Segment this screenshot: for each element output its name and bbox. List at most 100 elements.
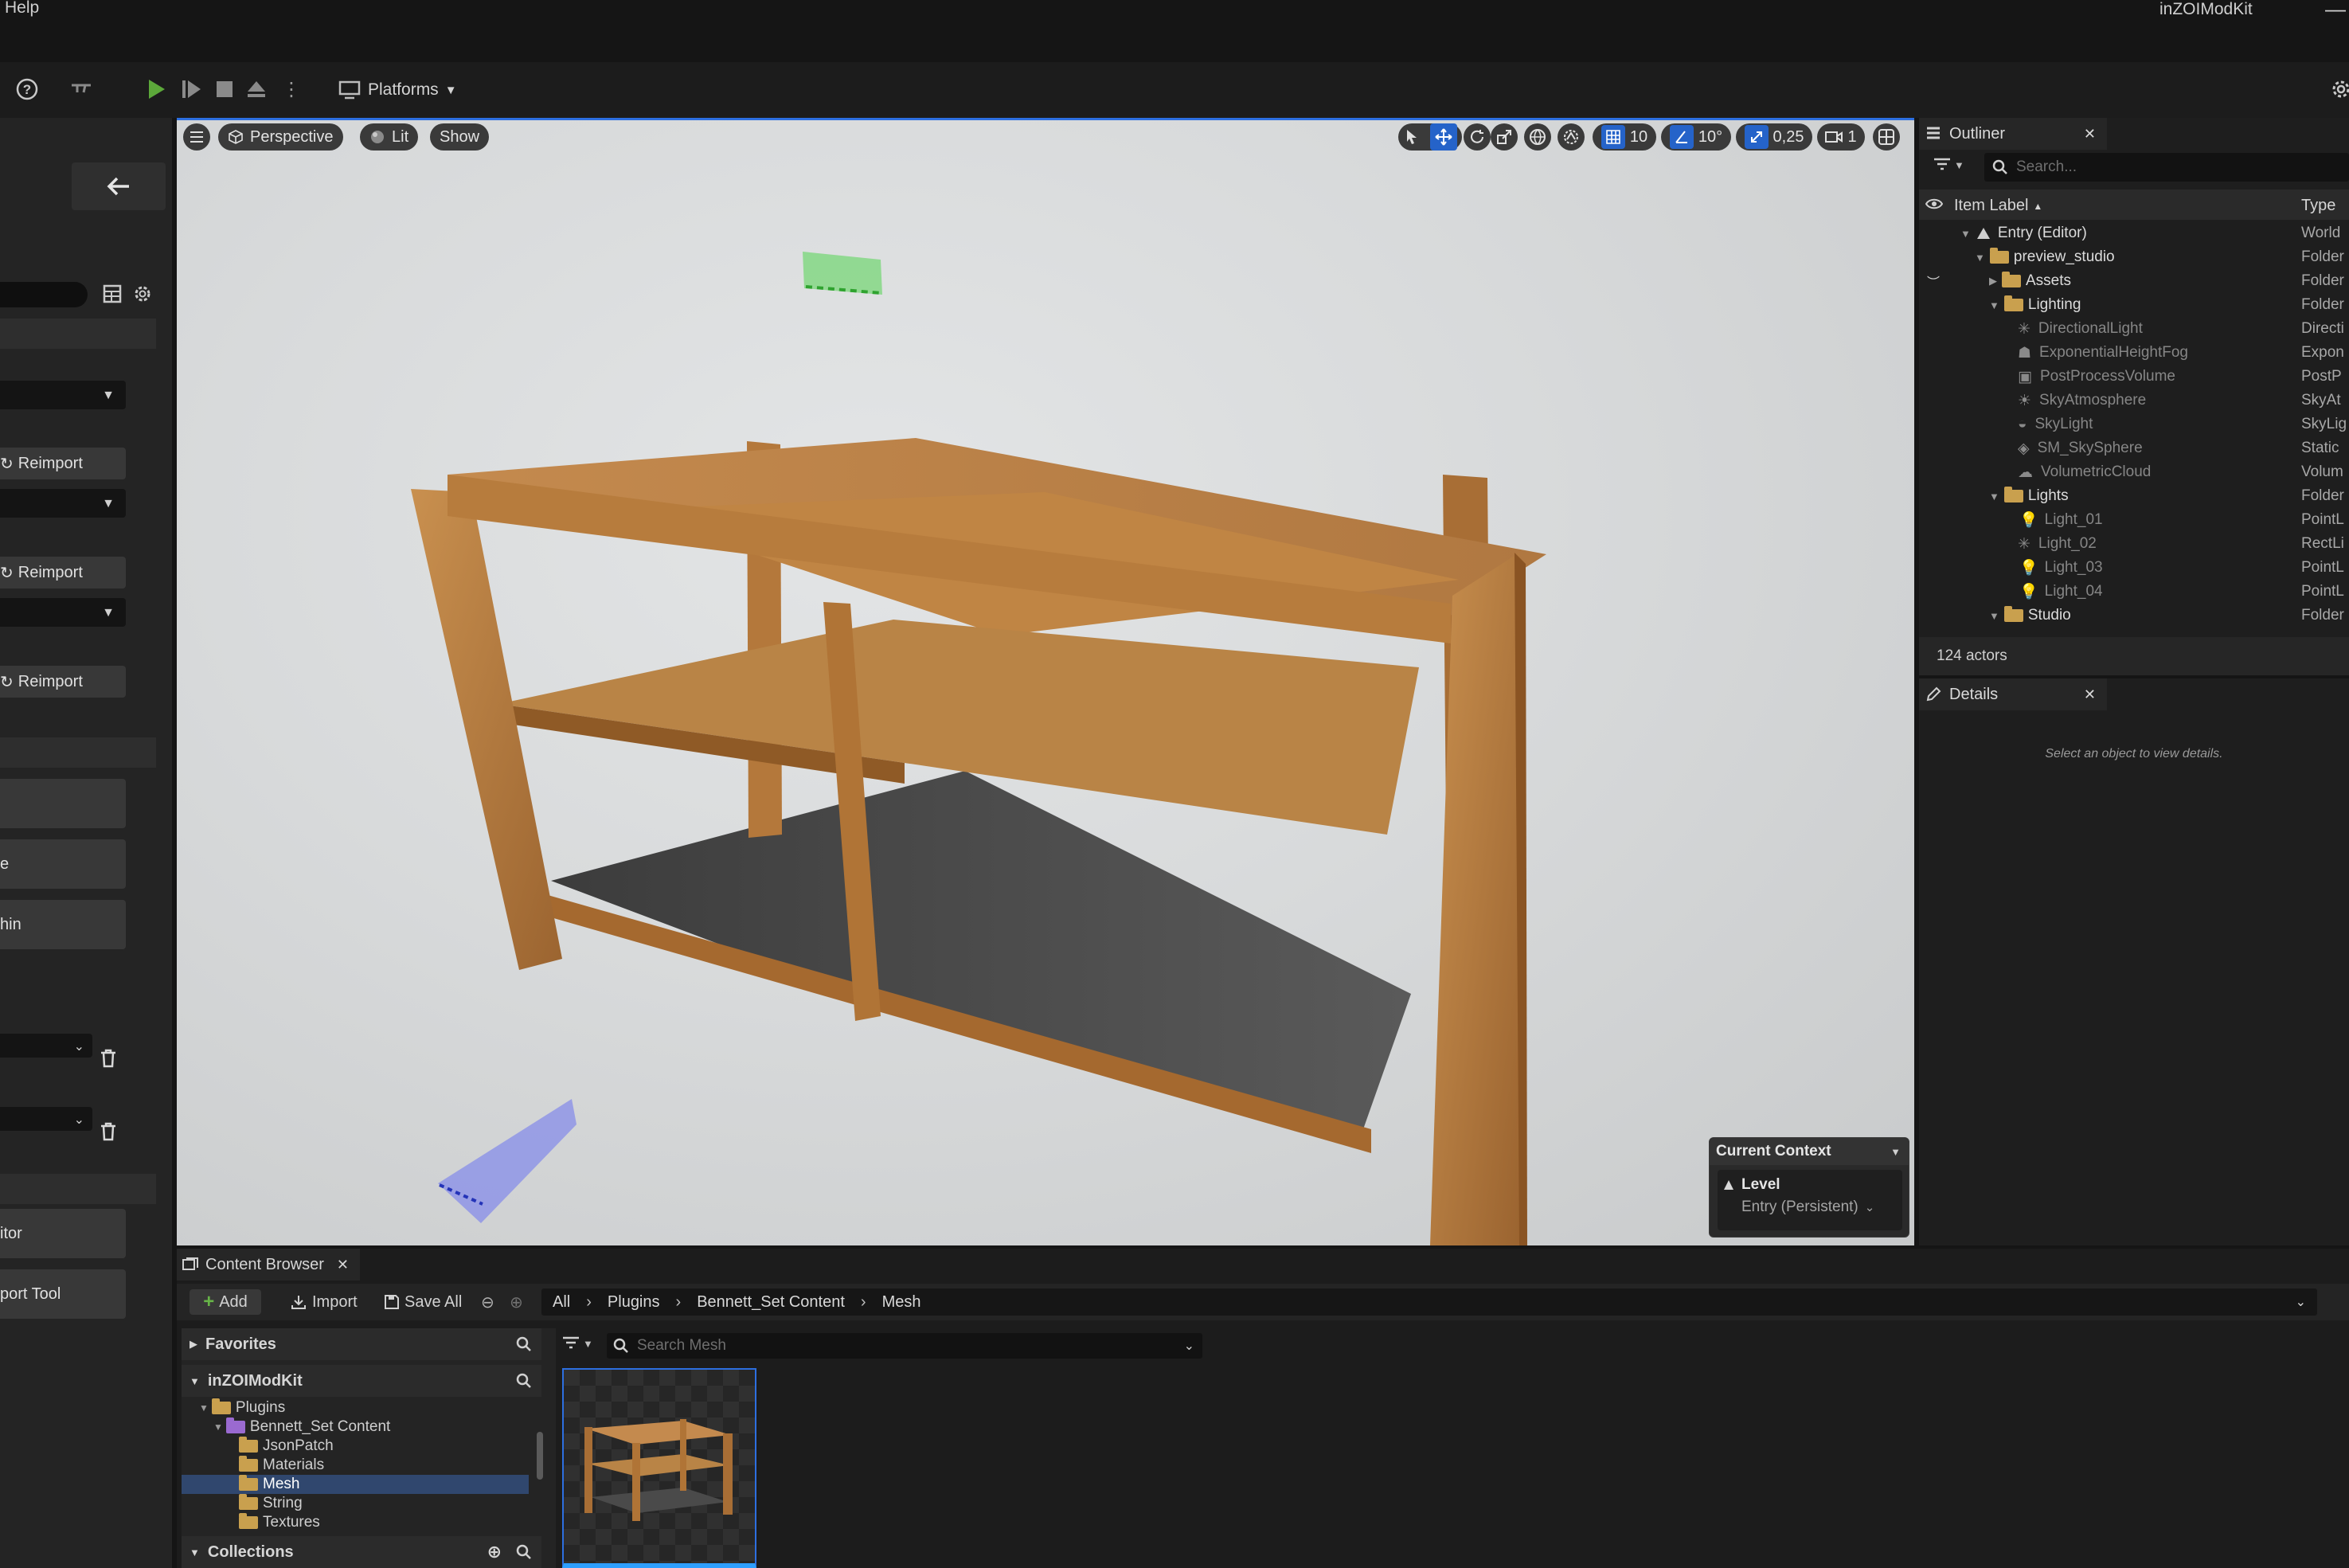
content-browser-tab[interactable]: Content Browser ✕ (177, 1249, 360, 1281)
reimport-button[interactable]: ↻ Reimport (0, 557, 126, 588)
folder-tree-item-selected[interactable]: Mesh (239, 1475, 299, 1494)
tool-button[interactable]: e (0, 839, 126, 889)
table-view-icon[interactable] (102, 283, 123, 304)
outliner-row[interactable]: ✳ DirectionalLight Directi (1919, 317, 2349, 341)
settings-toggle-icon[interactable] (65, 73, 97, 105)
folder-tree-item[interactable]: JsonPatch (239, 1437, 334, 1456)
surface-snap-icon[interactable] (1558, 123, 1585, 151)
tree-scrollbar[interactable] (537, 1432, 543, 1480)
expand-arrow-icon[interactable]: ▶ (190, 1338, 197, 1351)
details-tab[interactable]: Details ✕ (1919, 678, 2107, 710)
menu-help[interactable]: Help (5, 0, 39, 18)
folder-tree-item[interactable]: Textures (239, 1513, 320, 1532)
outliner-row[interactable]: ▼ Entry (Editor) World (1919, 221, 2349, 245)
world-space-icon[interactable] (1524, 123, 1551, 151)
gear-icon[interactable] (2325, 73, 2349, 105)
expand-arrow-icon[interactable]: ▼ (190, 1546, 200, 1558)
eye-icon[interactable] (1925, 196, 1943, 212)
folder-tree-item[interactable]: Materials (239, 1456, 324, 1475)
back-button[interactable] (72, 162, 166, 210)
folder-tree-item[interactable]: ▼ Plugins (199, 1398, 285, 1417)
outliner-row[interactable]: ☗ ExponentialHeightFog Expon (1919, 341, 2349, 365)
light-gizmo[interactable] (803, 252, 882, 295)
grid-snap-button[interactable]: 10 (1593, 123, 1656, 151)
expand-arrow-icon[interactable]: ▼ (1975, 252, 1985, 264)
outliner-row[interactable]: 💡 Light_04 PointL (1919, 580, 2349, 604)
outliner-row[interactable]: ☀ SkyAtmosphere SkyAt (1919, 389, 2349, 413)
expand-arrow-icon[interactable]: ▼ (199, 1402, 209, 1414)
outliner-tab[interactable]: Outliner ✕ (1919, 118, 2107, 150)
expand-arrow-icon[interactable]: ▼ (1989, 299, 1999, 311)
tool-button[interactable] (0, 779, 126, 828)
breadcrumb-item[interactable]: Mesh (882, 1293, 921, 1312)
eject-icon[interactable] (240, 73, 272, 105)
rotation-snap-button[interactable]: 10° (1661, 123, 1731, 151)
add-button[interactable]: + Add (190, 1289, 261, 1315)
lit-button[interactable]: Lit (360, 123, 419, 151)
history-forward-icon[interactable]: ⊕ (510, 1290, 523, 1314)
item-label-column[interactable]: Item Label ▲ (1954, 197, 2042, 215)
scale-tool-icon[interactable] (1491, 123, 1518, 151)
platforms-menu[interactable]: Platforms ▼ (338, 75, 457, 105)
step-forward-icon[interactable] (175, 73, 207, 105)
type-column[interactable]: Type (2301, 197, 2335, 215)
save-all-button[interactable]: Save All (384, 1290, 462, 1314)
search-icon[interactable] (516, 1544, 532, 1560)
asset-dropdown[interactable]: ▼ (0, 598, 126, 627)
outliner-row[interactable]: ✳ Light_02 RectLi (1919, 532, 2349, 556)
scale-snap-button[interactable]: 0,25 (1736, 123, 1812, 151)
viewport-layout-icon[interactable] (1873, 123, 1900, 151)
add-collection-icon[interactable]: ⊕ (487, 1542, 502, 1562)
outliner-search-input[interactable]: Search... (1984, 153, 2349, 182)
breadcrumb-item[interactable]: Bennett_Set Content (697, 1293, 845, 1312)
expand-arrow-icon[interactable]: ▼ (1960, 228, 1971, 240)
help-icon[interactable]: ? (11, 73, 43, 105)
outliner-row[interactable]: 💡 Light_03 PointL (1919, 556, 2349, 580)
move-tool-icon[interactable] (1429, 123, 1457, 151)
import-button[interactable]: Import (290, 1290, 358, 1314)
perspective-button[interactable]: Perspective (218, 123, 343, 151)
filter-button[interactable]: ▼ (1933, 158, 1964, 172)
outliner-row[interactable]: ◈ SM_SkySphere Static (1919, 436, 2349, 460)
history-back-icon[interactable]: ⊖ (481, 1290, 494, 1314)
close-icon[interactable]: ✕ (2084, 126, 2096, 143)
close-icon[interactable]: ✕ (337, 1257, 349, 1273)
play-icon[interactable] (140, 73, 172, 105)
collections-header[interactable]: ▼ Collections ⊕ (182, 1536, 541, 1568)
outliner-row[interactable]: ▼ Lighting Folder (1919, 293, 2349, 317)
rotate-tool-icon[interactable] (1464, 123, 1491, 151)
expand-arrow-icon[interactable]: ▼ (1989, 491, 1999, 502)
option-dropdown[interactable]: ⌄ (0, 1034, 92, 1058)
trash-icon[interactable] (99, 1121, 118, 1142)
breadcrumb-item[interactable]: All (553, 1293, 570, 1312)
outliner-row[interactable]: ▼ Lights Folder (1919, 484, 2349, 508)
asset-dropdown[interactable]: ▼ (0, 381, 126, 409)
panel-search-input[interactable] (0, 282, 88, 307)
expand-arrow-icon[interactable]: ▶ (1989, 275, 1997, 287)
outliner-row[interactable]: ▼ preview_studio Folder (1919, 245, 2349, 269)
chevron-down-icon[interactable]: ⌄ (2296, 1294, 2306, 1310)
close-icon[interactable]: ✕ (2084, 686, 2096, 703)
tool-button[interactable]: itor (0, 1209, 126, 1258)
chevron-down-icon[interactable]: ⌄ (1184, 1338, 1194, 1354)
minimize-button[interactable]: — (2325, 0, 2346, 22)
asset-search-input[interactable]: Search Mesh ⌄ (607, 1333, 1202, 1359)
camera-speed-button[interactable]: 1 (1817, 123, 1865, 151)
folder-tree-item[interactable]: ▼ Bennett_Set Content (213, 1417, 390, 1437)
reimport-button[interactable]: ↻ Reimport (0, 448, 126, 479)
show-button[interactable]: Show (430, 123, 490, 151)
search-icon[interactable] (516, 1373, 532, 1389)
option-dropdown[interactable]: ⌄ (0, 1107, 92, 1131)
level-viewport[interactable]: Perspective Lit Show 10 10° 0,25 1 Curre… (177, 118, 1914, 1245)
outliner-row[interactable]: ▼ Studio Folder (1919, 604, 2349, 628)
hidden-eye-icon[interactable]: ︶ (1927, 272, 1940, 291)
context-header[interactable]: Current Context ▼ (1710, 1138, 1909, 1165)
expand-arrow-icon[interactable]: ▼ (190, 1375, 200, 1387)
tool-button[interactable]: port Tool (0, 1269, 126, 1319)
tool-button[interactable]: hin (0, 900, 126, 949)
reimport-button[interactable]: ↻ Reimport (0, 666, 126, 698)
outliner-row[interactable]: 💡 Light_01 PointL (1919, 508, 2349, 532)
level-context[interactable]: Level Entry (Persistent) ⌄ (1718, 1170, 1902, 1230)
outliner-row[interactable]: ◒ SkyLight SkyLig (1919, 413, 2349, 436)
expand-arrow-icon[interactable]: ▼ (213, 1421, 223, 1433)
